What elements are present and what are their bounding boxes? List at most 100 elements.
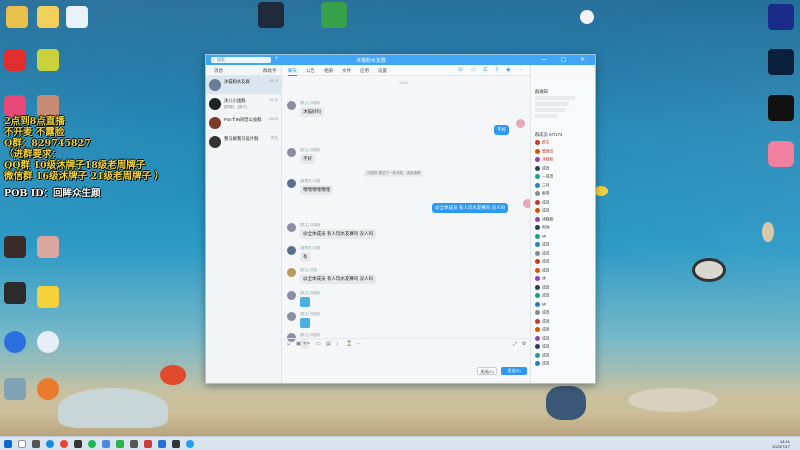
network-icon[interactable] — [66, 6, 88, 28]
message-bubble[interactable]: 嘿嘿嘿嘿嘿嘿 — [300, 185, 333, 195]
message-bubble[interactable]: @全体成员 有人玩水友赛吗 没人吗 — [432, 203, 509, 213]
tab-files[interactable]: 文件 — [342, 68, 351, 74]
message-input[interactable] — [282, 349, 530, 365]
task-view-icon[interactable] — [32, 440, 40, 448]
app-icon[interactable] — [158, 440, 166, 448]
image-icon[interactable]: ▤ — [326, 341, 331, 347]
image-message[interactable] — [300, 318, 310, 328]
app-icon[interactable] — [321, 2, 347, 28]
app-icon[interactable] — [74, 440, 82, 448]
tab-album[interactable]: 相册 — [324, 68, 333, 74]
member-item[interactable]: 成员 — [535, 327, 550, 335]
app-icon[interactable] — [580, 10, 594, 24]
tab-group-helper[interactable]: 群助手 — [263, 68, 277, 74]
app-icon[interactable] — [4, 95, 26, 117]
member-item[interactable]: 成员 — [535, 293, 550, 301]
tab-messages[interactable]: 消息 — [214, 68, 223, 74]
app-icon[interactable] — [37, 378, 59, 400]
member-item[interactable]: 成员 — [535, 318, 550, 327]
emoji-icon[interactable]: ☺ — [286, 341, 291, 347]
bilibili-icon[interactable] — [768, 141, 794, 167]
search-input[interactable]: ⌕ 搜索 — [211, 57, 271, 63]
conversation-item[interactable]: 我马群我马设计群 昨天 — [206, 133, 281, 152]
call-icons[interactable]: ☏ ▭ ⎚ ⇪ ◉ ⋯ — [458, 67, 526, 73]
member-item[interactable]: 成员 — [535, 335, 550, 344]
netease-music-icon[interactable] — [4, 49, 26, 71]
app-icon[interactable] — [4, 378, 26, 400]
tab-chat[interactable]: 聊天 — [288, 68, 297, 76]
message-bubble[interactable]: @全体成员 有人玩水友赛吗 没人吗 — [300, 274, 377, 284]
search-icon[interactable] — [18, 440, 26, 448]
member-item[interactable]: Mr — [535, 233, 546, 242]
close-button[interactable]: 关闭(C) — [477, 367, 497, 375]
app-icon[interactable] — [144, 440, 152, 448]
member-item[interactable]: 成员 — [535, 284, 550, 293]
message-bubble[interactable]: 沐猫好吗 — [300, 107, 324, 117]
member-item[interactable]: 成员 — [535, 250, 550, 259]
member-item[interactable]: 成员 — [535, 199, 550, 208]
member-item[interactable]: 成员 — [535, 344, 550, 352]
message-bubble[interactable]: 不好 — [300, 154, 315, 164]
settings-icon[interactable]: ⚙ — [522, 341, 526, 347]
message-bubble[interactable]: 有 — [300, 252, 311, 262]
member-item[interactable]: 群主 — [535, 140, 550, 148]
app-icon[interactable] — [37, 49, 59, 71]
conversation-item[interactable]: Pos卡IN同型公会群 08:23 — [206, 114, 281, 133]
photo-icon[interactable] — [37, 95, 59, 117]
audio-app-icon[interactable] — [768, 4, 794, 30]
expand-icon[interactable]: ⤢ — [513, 341, 517, 347]
conversation-item[interactable]: 沐儿小迷群 [群聊]：[图片] 09:12 — [206, 95, 281, 114]
app-icon[interactable] — [130, 440, 138, 448]
message-bubble[interactable]: @全体成员 有人玩水友赛吗 没人吗 — [300, 229, 377, 239]
photoshop-icon[interactable] — [768, 49, 794, 75]
capcut-icon[interactable] — [768, 95, 794, 121]
member-item[interactable]: 成员 — [535, 267, 550, 276]
add-icon[interactable]: + — [275, 56, 279, 62]
member-item[interactable]: 三月 — [535, 182, 550, 191]
member-item[interactable]: 成员 — [535, 165, 550, 174]
app-icon[interactable] — [172, 440, 180, 448]
window-controls[interactable]: — ▢ ✕ — [541, 56, 591, 63]
wechat-icon[interactable] — [116, 440, 124, 448]
app-icon[interactable] — [102, 440, 110, 448]
app-icon[interactable] — [37, 331, 59, 353]
app-icon[interactable] — [4, 282, 26, 304]
photo-icon[interactable] — [37, 236, 59, 258]
member-item[interactable]: 沐猫粉 — [535, 157, 553, 165]
message-bubble[interactable]: 不好 — [494, 125, 509, 135]
member-item[interactable]: 成员 — [535, 208, 550, 216]
voice-icon[interactable]: ♪ — [336, 341, 339, 347]
spotify-icon[interactable] — [88, 440, 96, 448]
chrome-icon[interactable] — [60, 440, 68, 448]
member-item[interactable]: 成员 — [535, 352, 550, 361]
member-item[interactable]: 沐猫粉 — [535, 216, 553, 225]
member-item[interactable]: 阿沐 — [535, 225, 550, 233]
member-item[interactable]: 成员 — [535, 310, 550, 318]
history-icon[interactable]: ⌛ — [346, 341, 352, 347]
member-item[interactable]: 成员 — [535, 242, 550, 250]
blue-arrow-icon[interactable] — [4, 331, 26, 353]
edge-icon[interactable] — [46, 440, 54, 448]
member-item[interactable]: 鱼类 — [535, 191, 550, 199]
send-button[interactable]: 发送(S) — [501, 367, 527, 375]
tab-notice[interactable]: 公告 — [306, 68, 315, 74]
app-icon[interactable] — [258, 2, 284, 28]
folder-icon[interactable] — [37, 6, 59, 28]
qq-icon[interactable] — [186, 440, 194, 448]
member-item[interactable]: Mr — [535, 301, 546, 310]
member-item[interactable]: —成员 — [535, 174, 553, 182]
tab-apps[interactable]: 应用 — [360, 68, 369, 74]
windows-start-icon[interactable] — [4, 440, 12, 448]
title-bar[interactable]: ⌕ 搜索 + 沐猫粉水友群 — ▢ ✕ — [206, 55, 595, 65]
image-message[interactable] — [300, 297, 310, 307]
more-icon[interactable]: ⋯ — [356, 341, 361, 347]
app-icon[interactable] — [37, 286, 59, 308]
conversation-item[interactable]: 沐猫粉水友群 09:19 — [206, 76, 281, 95]
folder-icon[interactable] — [6, 6, 28, 28]
member-item[interactable]: 管理员 — [535, 148, 553, 157]
member-item[interactable]: 成员 — [535, 361, 550, 369]
clock[interactable]: 14:41 2023/7/17 — [772, 439, 790, 449]
member-item[interactable]: 成员 — [535, 259, 550, 267]
scissors-icon[interactable]: ✂ — [306, 341, 310, 347]
gif-icon[interactable]: ▣ — [296, 341, 301, 347]
